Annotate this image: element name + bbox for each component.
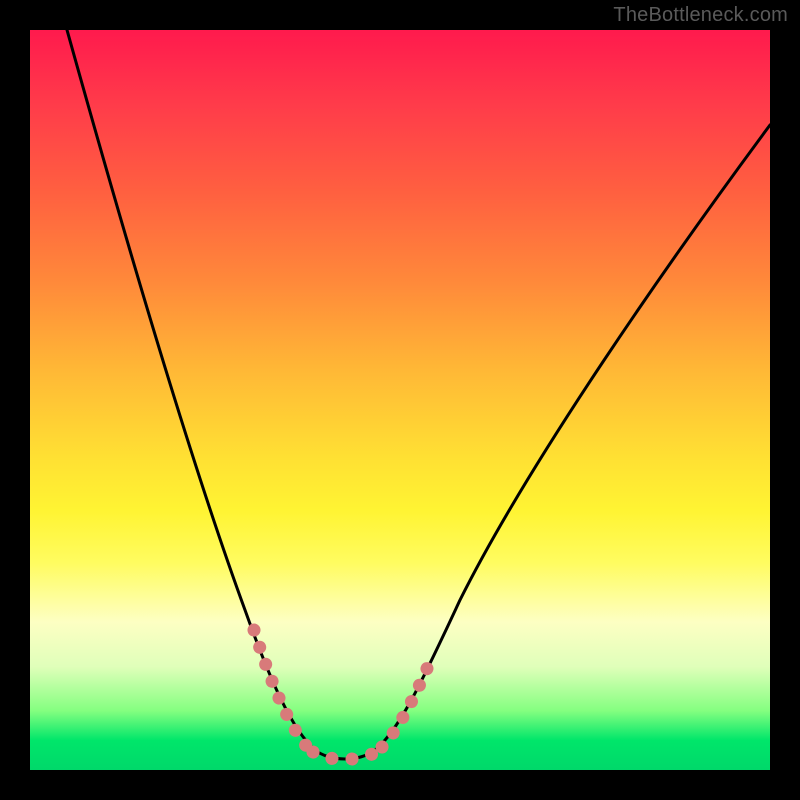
highlight-left-descent <box>254 630 308 748</box>
bottleneck-curve <box>67 30 770 759</box>
plot-area <box>30 30 770 770</box>
curve-svg <box>30 30 770 770</box>
highlight-right-ascent <box>382 657 432 747</box>
watermark-text: TheBottleneck.com <box>613 4 788 27</box>
